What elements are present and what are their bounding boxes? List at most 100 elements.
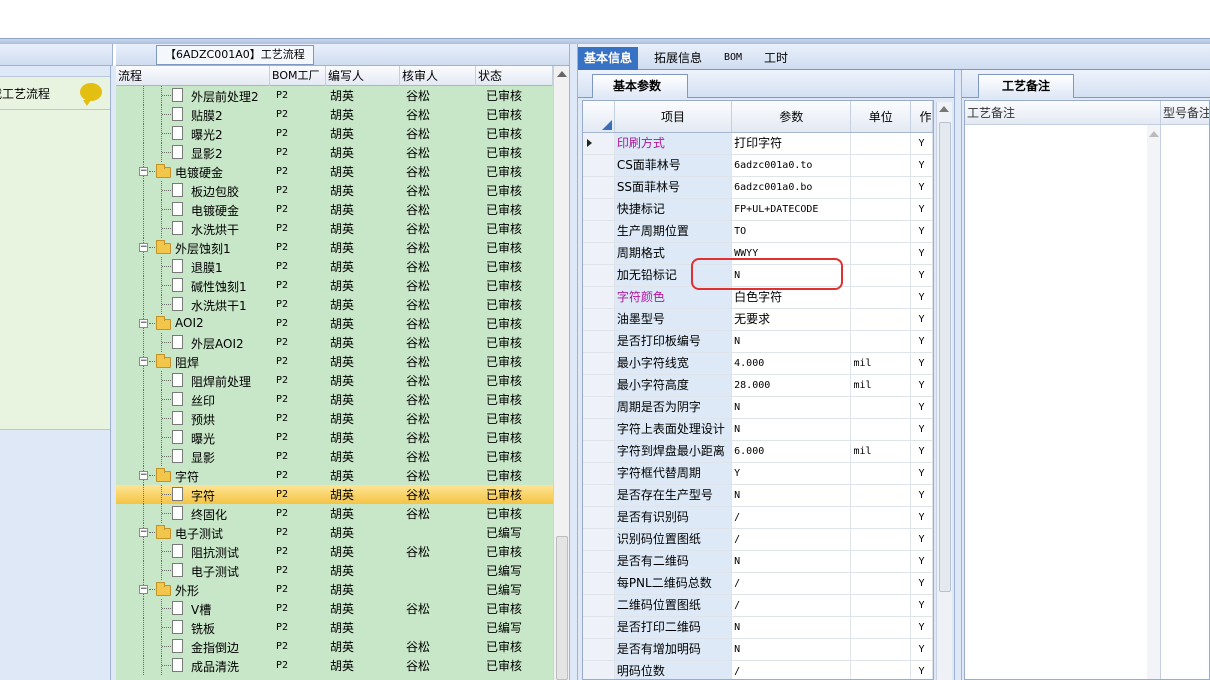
tree-row[interactable]: 水洗烘干1 P2 胡英 谷松 已审核 xyxy=(116,295,553,314)
params-row[interactable]: 是否打印板编号 N Y xyxy=(583,331,933,353)
col-header-writer[interactable]: 编写人 xyxy=(326,66,400,86)
param-value[interactable]: 6adzc001a0.to xyxy=(732,155,852,176)
param-value[interactable]: N xyxy=(732,551,852,572)
speech-bubble-icon[interactable] xyxy=(80,83,102,106)
tree-row[interactable]: − 外形 P2 胡英 已编写 xyxy=(116,580,553,599)
tree-row[interactable]: 字符 P2 胡英 谷松 已审核 xyxy=(116,485,553,504)
tree-node[interactable]: 外层前处理2 xyxy=(116,86,270,105)
collapse-icon[interactable]: − xyxy=(139,167,148,176)
collapse-icon[interactable]: − xyxy=(139,585,148,594)
params-row[interactable]: 油墨型号 无要求 Y xyxy=(583,309,933,331)
tab-basic-info[interactable]: 基本信息 xyxy=(578,47,639,70)
params-row[interactable]: CS面菲林号 6adzc001a0.to Y xyxy=(583,155,933,177)
row-selector[interactable] xyxy=(583,573,615,594)
param-value[interactable]: N xyxy=(732,331,852,352)
collapse-icon[interactable]: − xyxy=(139,243,148,252)
params-row[interactable]: 最小字符高度 28.000 mil Y xyxy=(583,375,933,397)
tree-title-tab[interactable]: 【6ADZC001A0】工艺流程 xyxy=(156,45,314,65)
tree-node[interactable]: 贴膜2 xyxy=(116,105,270,124)
tree-node[interactable]: 退膜1 xyxy=(116,257,270,276)
tree-node[interactable]: 终固化 xyxy=(116,504,270,523)
param-value[interactable]: / xyxy=(732,661,852,679)
row-selector[interactable] xyxy=(583,441,615,462)
params-row[interactable]: 字符框代替周期 Y Y xyxy=(583,463,933,485)
tree-scrollbar[interactable] xyxy=(553,66,569,680)
tree-row[interactable]: V槽 P2 胡英 谷松 已审核 xyxy=(116,599,553,618)
remarks-scroll-up-icon[interactable] xyxy=(1149,131,1159,137)
params-row[interactable]: 生产周期位置 TO Y xyxy=(583,221,933,243)
params-row[interactable]: 字符上表面处理设计 N Y xyxy=(583,419,933,441)
tree-node[interactable]: 金指倒边 xyxy=(116,637,270,656)
collapse-icon[interactable]: − xyxy=(139,528,148,537)
params-row[interactable]: 是否有二维码 N Y xyxy=(583,551,933,573)
param-value[interactable]: 6.000 xyxy=(732,441,852,462)
tab-process-remarks[interactable]: 工艺备注 xyxy=(978,74,1074,98)
tree-row[interactable]: 水洗烘干 P2 胡英 谷松 已审核 xyxy=(116,219,553,238)
grid-corner[interactable] xyxy=(583,101,615,132)
tree-row[interactable]: − 阻焊 P2 胡英 谷松 已审核 xyxy=(116,352,553,371)
params-row[interactable]: 印刷方式 打印字符 Y xyxy=(583,133,933,155)
remarks-scrollbar[interactable] xyxy=(1147,125,1161,679)
tree-node[interactable]: 显影2 xyxy=(116,143,270,162)
tree-node[interactable]: 丝印 xyxy=(116,390,270,409)
params-row[interactable]: 是否打印二维码 N Y xyxy=(583,617,933,639)
tree-row[interactable]: 电镀硬金 P2 胡英 谷松 已审核 xyxy=(116,200,553,219)
param-value[interactable]: TO xyxy=(732,221,852,242)
tree-node[interactable]: 外层AOI2 xyxy=(116,333,270,352)
tree-node[interactable]: − 外层蚀刻1 xyxy=(116,238,270,257)
grid-header-unit[interactable]: 单位 xyxy=(851,101,912,132)
tree-row[interactable]: − 电镀硬金 P2 胡英 谷松 已审核 xyxy=(116,162,553,181)
row-selector[interactable] xyxy=(583,661,615,679)
collapse-icon[interactable]: − xyxy=(139,471,148,480)
row-selector[interactable] xyxy=(583,309,615,330)
row-selector[interactable] xyxy=(583,243,615,264)
tree-node[interactable]: 水洗烘干 xyxy=(116,219,270,238)
row-selector[interactable] xyxy=(583,507,615,528)
param-value[interactable]: 无要求 xyxy=(732,309,852,330)
tree-row[interactable]: 退膜1 P2 胡英 谷松 已审核 xyxy=(116,257,553,276)
col-header-status[interactable]: 状态 xyxy=(476,66,553,86)
right-splitter[interactable] xyxy=(954,70,962,680)
scroll-up-arrow-icon[interactable] xyxy=(557,71,567,77)
tree-row[interactable]: 丝印 P2 胡英 谷松 已审核 xyxy=(116,390,553,409)
params-row[interactable]: SS面菲林号 6adzc001a0.bo Y xyxy=(583,177,933,199)
tree-row[interactable]: 曝光 P2 胡英 谷松 已审核 xyxy=(116,428,553,447)
params-row[interactable]: 周期是否为阴字 N Y xyxy=(583,397,933,419)
tree-row[interactable]: 电子测试 P2 胡英 已编写 xyxy=(116,561,553,580)
param-value[interactable]: N xyxy=(732,397,852,418)
param-value[interactable]: N xyxy=(732,639,852,660)
tree-row[interactable]: 显影2 P2 胡英 谷松 已审核 xyxy=(116,143,553,162)
tree-row[interactable]: 贴膜2 P2 胡英 谷松 已审核 xyxy=(116,105,553,124)
row-selector[interactable] xyxy=(583,199,615,220)
row-selector[interactable] xyxy=(583,221,615,242)
row-selector[interactable] xyxy=(583,463,615,484)
tree-node[interactable]: 成品清洗 xyxy=(116,656,270,675)
param-value[interactable]: / xyxy=(732,529,852,550)
tree-row[interactable]: 铣板 P2 胡英 已编写 xyxy=(116,618,553,637)
tree-node[interactable]: 电镀硬金 xyxy=(116,200,270,219)
tree-row[interactable]: − 字符 P2 胡英 谷松 已审核 xyxy=(116,466,553,485)
row-selector[interactable] xyxy=(583,155,615,176)
row-selector[interactable] xyxy=(583,177,615,198)
row-selector[interactable] xyxy=(583,419,615,440)
tree-row[interactable]: 金指倒边 P2 胡英 谷松 已审核 xyxy=(116,637,553,656)
param-value[interactable]: Y xyxy=(732,463,852,484)
collapse-icon[interactable]: − xyxy=(139,319,148,328)
tree-row[interactable]: 阻焊前处理 P2 胡英 谷松 已审核 xyxy=(116,371,553,390)
params-row[interactable]: 是否有识别码 / Y xyxy=(583,507,933,529)
grid-header-item[interactable]: 项目 xyxy=(615,101,733,132)
param-value[interactable]: 白色字符 xyxy=(732,287,852,308)
tab-bom[interactable]: BOM xyxy=(718,47,748,70)
row-selector[interactable] xyxy=(583,551,615,572)
process-flow-item[interactable]: 载工艺流程 xyxy=(0,76,110,110)
col-header-name[interactable]: 流程 xyxy=(116,66,270,86)
param-value[interactable]: / xyxy=(732,507,852,528)
row-selector[interactable] xyxy=(583,353,615,374)
params-row[interactable]: 最小字符线宽 4.000 mil Y xyxy=(583,353,933,375)
tree-row[interactable]: − 外层蚀刻1 P2 胡英 谷松 已审核 xyxy=(116,238,553,257)
grid-header-value[interactable]: 参数 xyxy=(732,101,852,132)
params-row[interactable]: 字符到焊盘最小距离 6.000 mil Y xyxy=(583,441,933,463)
col-header-bom[interactable]: BOM工厂 xyxy=(270,66,326,86)
tree-node[interactable]: − 阻焊 xyxy=(116,352,270,371)
tree-node[interactable]: − 电镀硬金 xyxy=(116,162,270,181)
